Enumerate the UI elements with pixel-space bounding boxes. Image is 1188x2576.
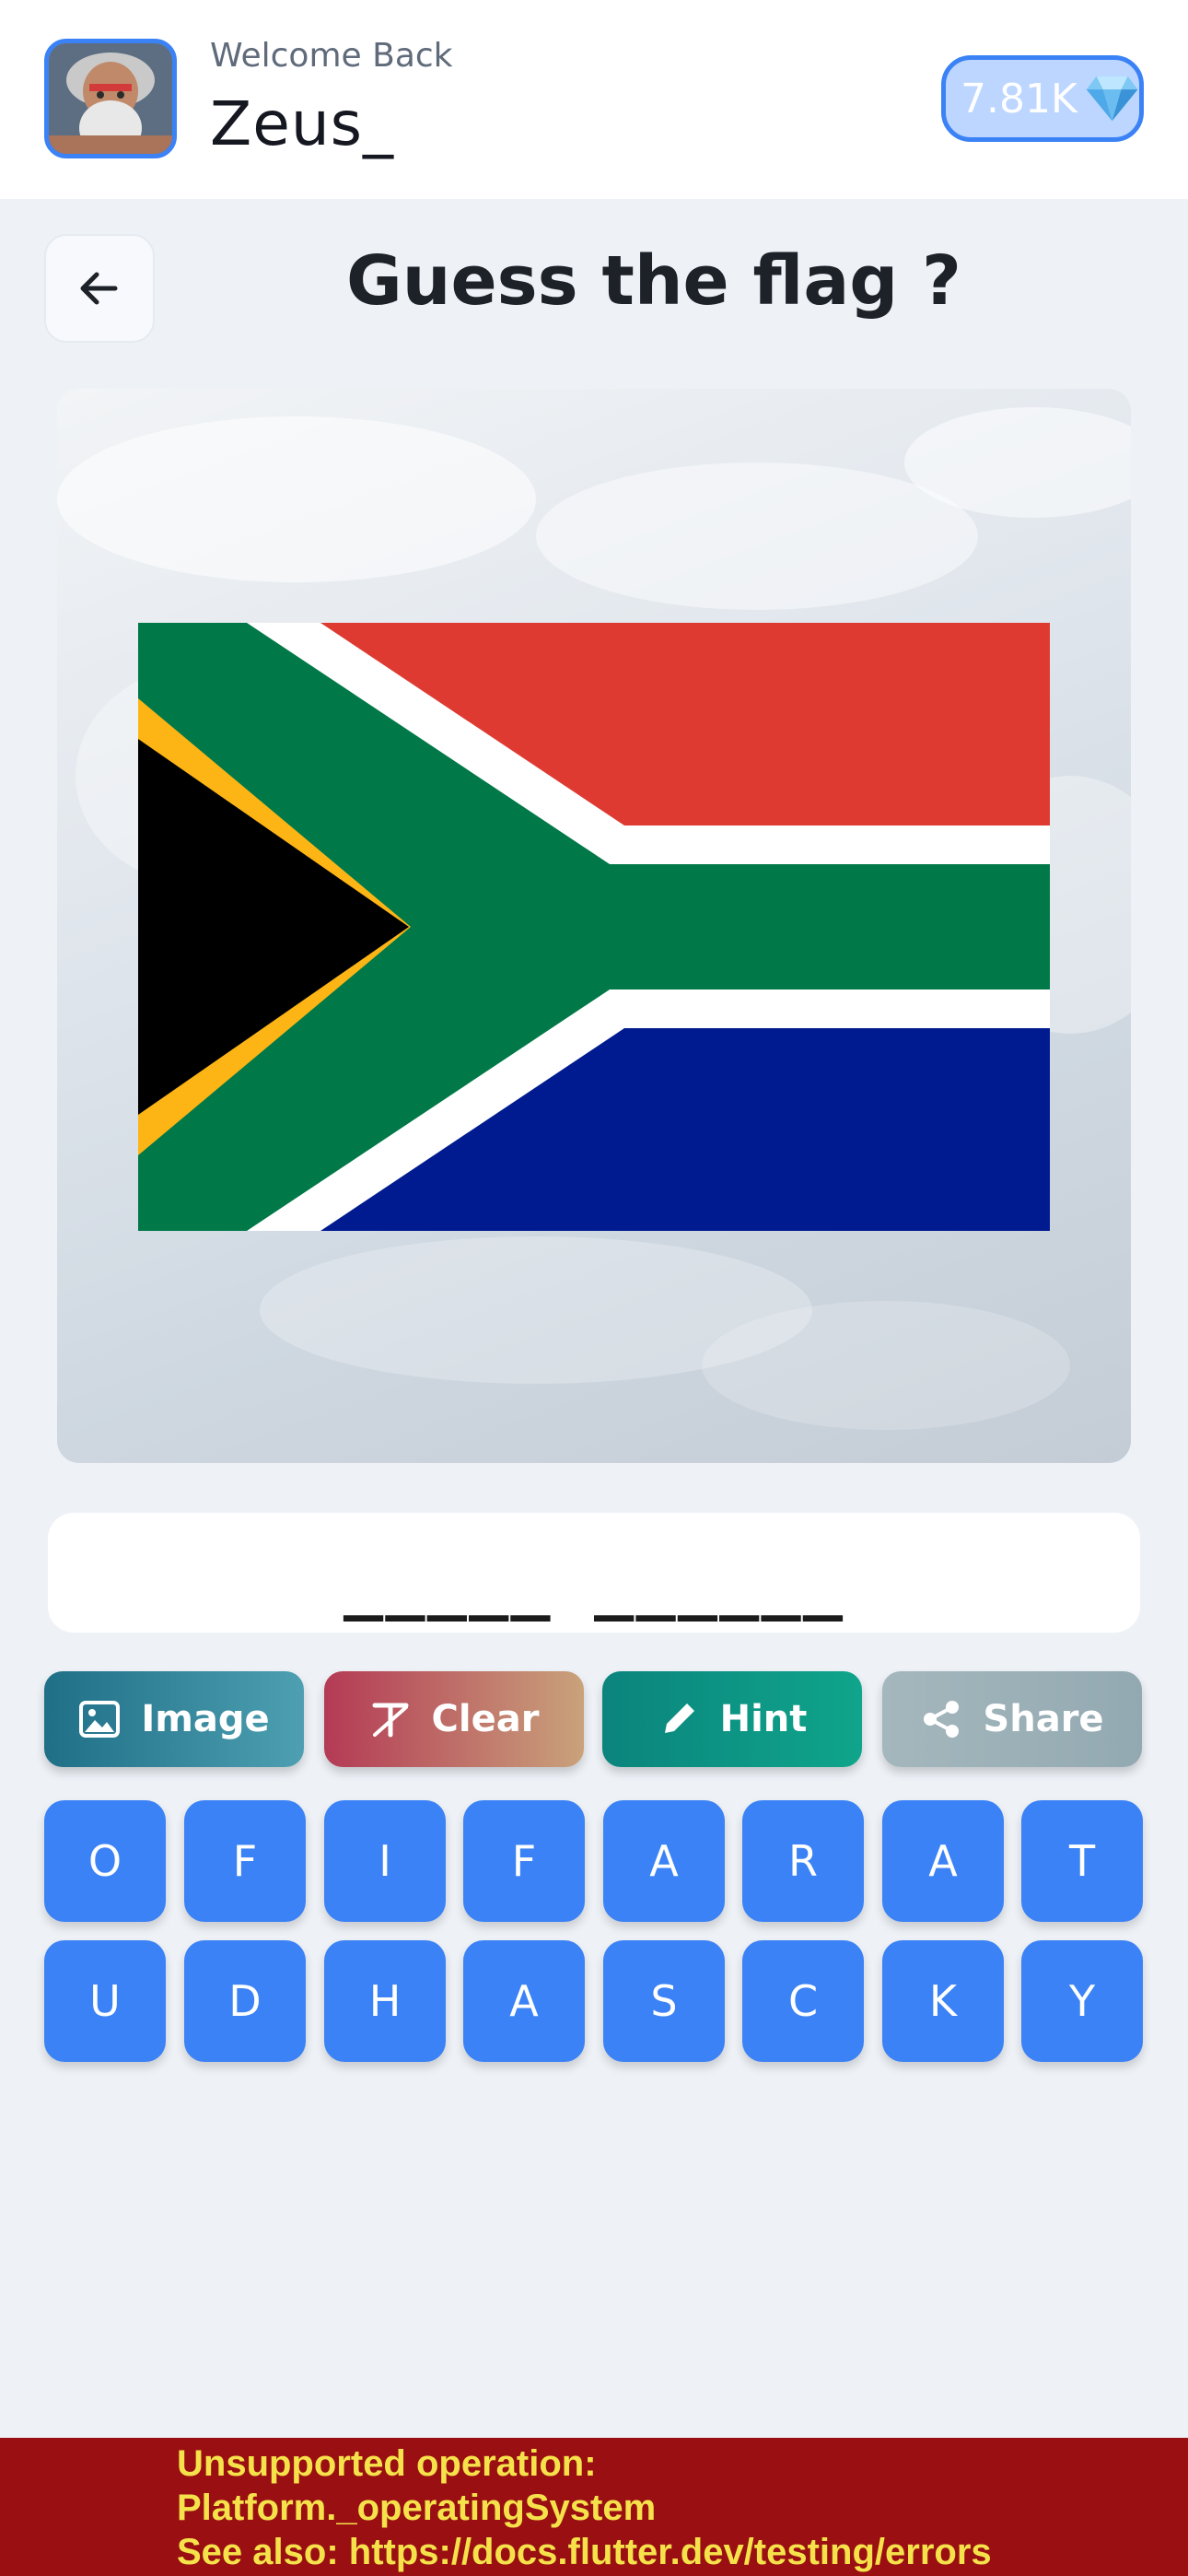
page-title: Guess the flag ?	[346, 241, 961, 321]
image-icon	[79, 1701, 121, 1738]
letter-key[interactable]: A	[463, 1940, 585, 2062]
letter-key[interactable]: A	[882, 1800, 1004, 1922]
letter-key[interactable]: F	[463, 1800, 585, 1922]
letter-key[interactable]: F	[184, 1800, 306, 1922]
letter-key[interactable]: T	[1021, 1800, 1143, 1922]
gems-count: 7.81K	[961, 75, 1077, 123]
letter-key[interactable]: C	[742, 1940, 864, 2062]
zeus-avatar-icon	[49, 43, 172, 154]
clear-button-label: Clear	[431, 1698, 540, 1740]
share-button-label: Share	[983, 1698, 1104, 1740]
arrow-left-icon	[80, 272, 118, 305]
letter-key[interactable]: H	[324, 1940, 446, 2062]
letter-key[interactable]: A	[603, 1800, 725, 1922]
answer-blanks: _____ ______	[343, 1544, 845, 1622]
action-bar: Image Clear Hint Share	[44, 1671, 1144, 1769]
letter-key[interactable]: K	[882, 1940, 1004, 2062]
letter-key[interactable]: R	[742, 1800, 864, 1922]
flag-card	[57, 389, 1131, 1463]
letter-key[interactable]: U	[44, 1940, 166, 2062]
answer-field[interactable]: _____ ______	[48, 1513, 1140, 1633]
app-header: Welcome Back Zeus_ 7.81K	[0, 0, 1188, 199]
letter-key[interactable]: S	[603, 1940, 725, 2062]
avatar[interactable]	[44, 39, 177, 158]
letter-key[interactable]: O	[44, 1800, 166, 1922]
error-line: Platform._operatingSystem	[177, 2488, 657, 2528]
error-line: Unsupported operation:	[177, 2443, 597, 2484]
share-icon	[924, 1701, 960, 1738]
hint-button-label: Hint	[719, 1698, 808, 1740]
app-screen: Welcome Back Zeus_ 7.81K Guess the flag …	[0, 0, 1188, 2576]
gems-balance-badge[interactable]: 7.81K	[941, 55, 1144, 142]
letter-key[interactable]: I	[324, 1800, 446, 1922]
error-banner: Unsupported operation: Platform._operati…	[0, 2438, 1188, 2576]
clear-format-icon	[372, 1703, 409, 1738]
south-africa-flag	[138, 623, 1050, 1231]
username: Zeus_	[210, 88, 395, 159]
back-button[interactable]	[44, 234, 155, 343]
share-button[interactable]: Share	[882, 1671, 1142, 1767]
image-button-label: Image	[141, 1698, 270, 1740]
pencil-icon	[664, 1704, 694, 1733]
letter-keyboard: O F I F A R A T U D H A S C K Y	[44, 1800, 1146, 2062]
letter-key[interactable]: D	[184, 1940, 306, 2062]
clear-button[interactable]: Clear	[324, 1671, 584, 1767]
error-link: See also: https://docs.flutter.dev/testi…	[177, 2532, 992, 2572]
welcome-text: Welcome Back	[210, 37, 453, 75]
diamond-icon	[1086, 76, 1138, 122]
image-button[interactable]: Image	[44, 1671, 304, 1767]
letter-key[interactable]: Y	[1021, 1940, 1143, 2062]
hint-button[interactable]: Hint	[602, 1671, 862, 1767]
